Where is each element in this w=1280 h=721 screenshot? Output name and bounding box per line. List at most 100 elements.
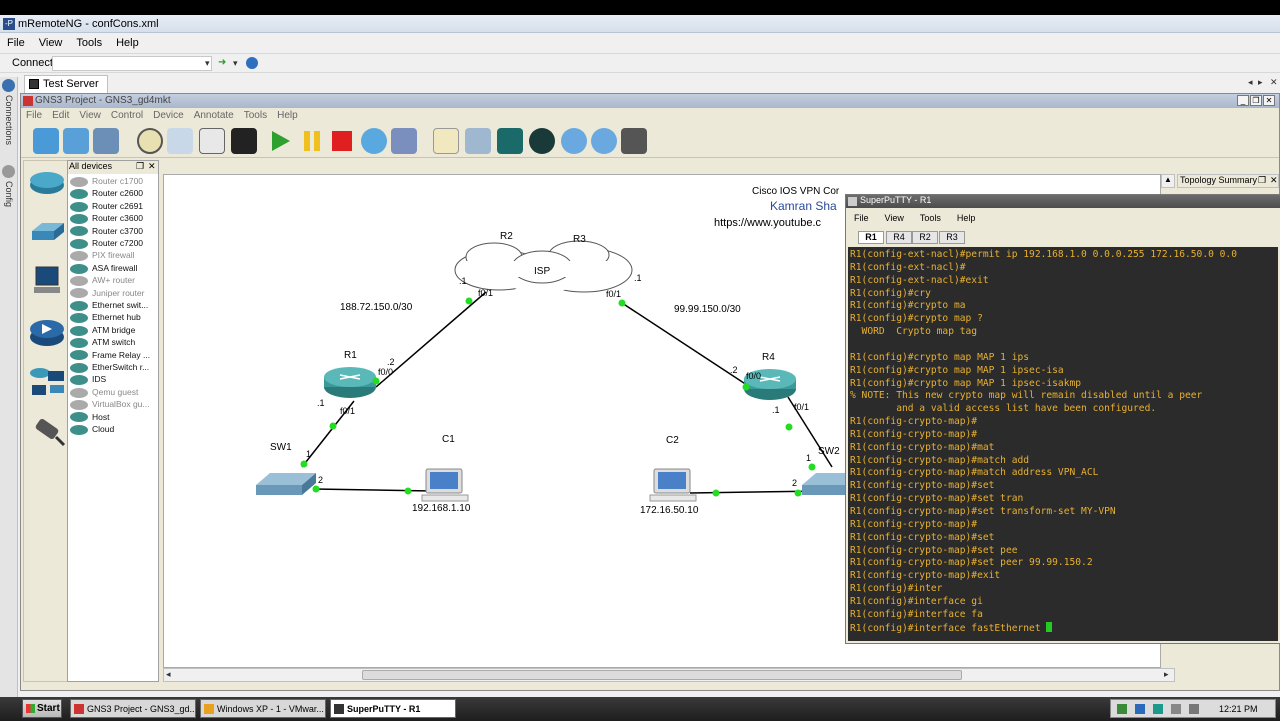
topology-summary-float-icon[interactable]: ❐ [1258,175,1266,186]
gns3-menu-edit[interactable]: Edit [47,109,74,122]
terminal-output[interactable]: R1(config-ext-nacl)#permit ip 192.168.1.… [848,247,1278,641]
canvas-horizontal-scrollbar[interactable]: ◂ ▸ [163,668,1175,682]
device-list-item[interactable]: PIX firewall [70,250,135,262]
task-vmware[interactable]: Windows XP - 1 - VMwar... [200,699,326,718]
device-list-item[interactable]: Juniper router [70,288,144,300]
scrollbar-thumb[interactable] [362,670,962,680]
zoom-in-icon[interactable] [561,128,587,154]
tab-scroll-left-icon[interactable]: ◂ [1248,77,1253,88]
connect-input[interactable] [52,56,212,71]
reload-all-icon[interactable] [361,128,387,154]
device-list-item[interactable]: ASA firewall [70,263,137,275]
security-category-icon[interactable] [28,315,66,349]
device-list-item[interactable]: Router c1700 [70,176,143,188]
tray-clock[interactable]: 12:21 PM [1219,704,1258,714]
device-list-item[interactable]: Router c3700 [70,226,143,238]
go-dropdown-icon[interactable]: ▾ [233,58,238,69]
start-button[interactable]: Start [22,699,62,718]
device-list-close-icon[interactable]: ✕ [148,161,156,172]
config-icon[interactable] [2,165,15,178]
tab-scroll-right-icon[interactable]: ▸ [1258,77,1263,88]
interface-labels-icon[interactable] [167,128,193,154]
device-list-item[interactable]: ATM bridge [70,325,135,337]
device-list-item[interactable]: Router c3600 [70,213,143,225]
insert-picture-icon[interactable] [465,128,491,154]
gns3-close-button[interactable]: ✕ [1263,95,1275,106]
device-list-item[interactable]: Ethernet hub [70,312,141,324]
topology-summary-close-icon[interactable]: ✕ [1270,175,1278,186]
task-superputty[interactable]: SuperPuTTY - R1 [330,699,456,718]
canvas-scroll-up-icon[interactable]: ▲ [1161,174,1175,188]
gns3-menu-annotate[interactable]: Annotate [189,109,239,122]
new-project-icon[interactable] [33,128,59,154]
gns3-menu-file[interactable]: File [21,109,47,122]
screenshot-camera-icon[interactable] [621,128,647,154]
host-c2[interactable] [649,468,697,502]
switch-sw1[interactable] [256,473,316,495]
snapshot-clock-icon[interactable] [137,128,163,154]
volume-tray-icon[interactable] [1189,704,1199,714]
scroll-left-icon[interactable]: ◂ [166,669,171,680]
device-list-item[interactable]: AW+ router [70,275,135,287]
menu-view[interactable]: View [32,34,70,52]
connect-go-icon[interactable]: ➜ [218,57,226,68]
tab-test-server[interactable]: Test Server [24,75,108,93]
connect-dropdown-icon[interactable]: ▾ [205,58,210,69]
sync-tray-icon[interactable] [1135,704,1145,714]
gns3-menu-tools[interactable]: Tools [239,109,272,122]
task-gns3[interactable]: GNS3 Project - GNS3_gd... [70,699,196,718]
gns3-restore-button[interactable]: ❐ [1250,95,1262,106]
gns3-menu-help[interactable]: Help [272,109,303,122]
draw-rectangle-icon[interactable] [497,128,523,154]
device-list-item[interactable]: Router c2691 [70,201,143,213]
putty-menu-file[interactable]: File [846,211,877,225]
virtualbox-icon[interactable] [391,128,417,154]
device-list-item[interactable]: ATM switch [70,337,135,349]
routers-category-icon[interactable] [28,165,66,199]
cable-category-icon[interactable] [28,415,66,449]
device-list-float-icon[interactable]: ❐ [136,161,144,172]
gns3-menu-device[interactable]: Device [148,109,189,122]
zoom-out-icon[interactable] [591,128,617,154]
start-all-icon[interactable] [267,128,293,154]
tab-r3[interactable]: R3 [939,231,965,244]
gns3-minimize-button[interactable]: _ [1237,95,1249,106]
host-c1[interactable] [421,468,469,502]
device-list-item[interactable]: VirtualBox gu... [70,399,150,411]
device-list-item[interactable]: Frame Relay ... [70,350,150,362]
connections-icon[interactable] [2,79,15,92]
config-side-tab[interactable]: Config [4,181,14,207]
stop-all-icon[interactable] [329,128,355,154]
device-list-item[interactable]: Qemu guest [70,387,138,399]
router-r1[interactable] [324,367,376,398]
console-icon[interactable] [231,128,257,154]
putty-menu-help[interactable]: Help [949,211,984,225]
putty-menu-tools[interactable]: Tools [912,211,949,225]
monitor-tray-icon[interactable] [1171,704,1181,714]
device-list-item[interactable]: Ethernet swit... [70,300,148,312]
device-list-item[interactable]: Cloud [70,424,114,436]
putty-menu-view[interactable]: View [877,211,912,225]
shield-tray-icon[interactable] [1153,704,1163,714]
tab-r2[interactable]: R2 [912,231,938,244]
gns3-menu-view[interactable]: View [74,109,106,122]
tab-r1[interactable]: R1 [858,231,884,244]
network-tray-icon[interactable] [1117,704,1127,714]
tab-close-icon[interactable]: ✕ [1270,77,1278,88]
menu-help[interactable]: Help [109,34,146,52]
device-list-item[interactable]: EtherSwitch r... [70,362,149,374]
device-list-item[interactable]: Host [70,412,109,424]
menu-tools[interactable]: Tools [69,34,109,52]
draw-ellipse-icon[interactable] [529,128,555,154]
device-list-item[interactable]: IDS [70,374,106,386]
add-note-icon[interactable] [433,128,459,154]
gns3-menu-control[interactable]: Control [106,109,148,122]
menu-file[interactable]: File [0,34,32,52]
add-link-icon[interactable] [199,128,225,154]
globe-icon[interactable] [246,57,258,69]
all-devices-category-icon[interactable] [28,365,66,399]
save-project-icon[interactable] [93,128,119,154]
connections-side-tab[interactable]: Connections [4,95,14,145]
device-list-item[interactable]: Router c2600 [70,188,143,200]
end-devices-category-icon[interactable] [28,265,66,299]
